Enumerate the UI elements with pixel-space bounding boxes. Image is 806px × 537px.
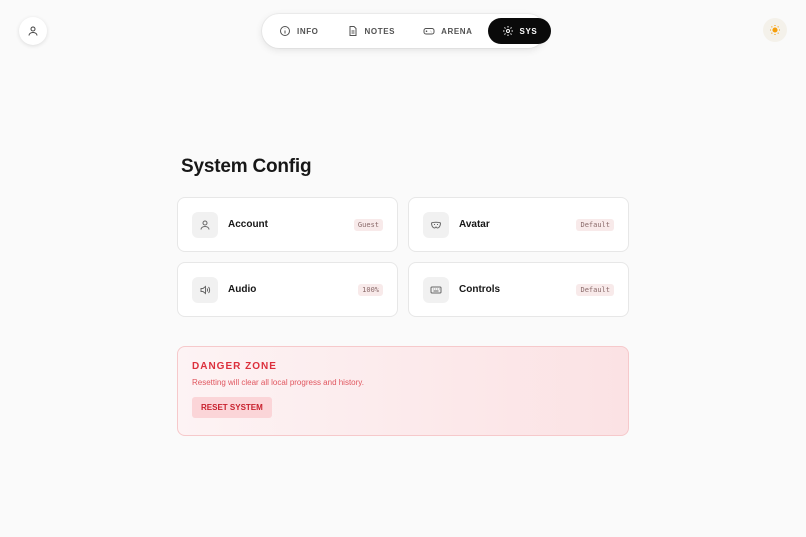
- card-label: Controls: [459, 284, 501, 295]
- danger-zone-title: DANGER ZONE: [192, 361, 277, 372]
- card-icon-container: [192, 211, 218, 238]
- status-badge: Guest: [353, 218, 383, 231]
- gamepad-icon: [423, 28, 435, 35]
- info-icon: [280, 26, 290, 36]
- tab-arena[interactable]: ARENA: [410, 18, 485, 44]
- mask-icon: [430, 221, 442, 229]
- tab-notes[interactable]: NOTES: [334, 18, 409, 44]
- card-icon-container: [423, 211, 449, 238]
- reset-system-button[interactable]: RESET SYSTEM: [192, 397, 272, 418]
- user-icon: [28, 26, 38, 36]
- status-badge: Default: [576, 283, 614, 296]
- tab-label: ARENA: [441, 26, 473, 36]
- tab-label: SYS: [519, 26, 538, 36]
- speaker-icon: [200, 284, 211, 295]
- gear-icon: [502, 26, 513, 36]
- card-label: Avatar: [459, 219, 490, 230]
- card-label: Audio: [228, 284, 257, 295]
- card-label: Account: [228, 219, 268, 230]
- config-card-controls[interactable]: Controls Default: [408, 262, 629, 317]
- tab-label: NOTES: [364, 26, 396, 36]
- theme-toggle-button[interactable]: [763, 18, 787, 42]
- card-icon-container: [423, 276, 449, 303]
- keyboard-icon: [430, 286, 442, 293]
- user-icon: [200, 220, 210, 230]
- config-card-avatar[interactable]: Avatar Default: [408, 197, 629, 252]
- danger-zone: DANGER ZONE Resetting will clear all loc…: [177, 346, 629, 436]
- card-icon-container: [192, 276, 218, 303]
- tab-label: INFO: [297, 26, 319, 36]
- tab-info[interactable]: INFO: [266, 18, 332, 44]
- page-title: System Config: [181, 156, 312, 177]
- sun-icon: [770, 25, 780, 35]
- config-card-account[interactable]: Account Guest: [177, 197, 398, 252]
- tab-sys[interactable]: SYS: [487, 18, 552, 44]
- config-card-audio[interactable]: Audio 100%: [177, 262, 398, 317]
- status-badge: Default: [576, 218, 614, 231]
- document-icon: [349, 26, 357, 36]
- status-badge: 100%: [358, 283, 383, 296]
- main-nav: INFO NOTES ARENA SYS: [262, 14, 552, 48]
- profile-button[interactable]: [19, 17, 47, 45]
- danger-zone-description: Resetting will clear all local progress …: [192, 378, 364, 387]
